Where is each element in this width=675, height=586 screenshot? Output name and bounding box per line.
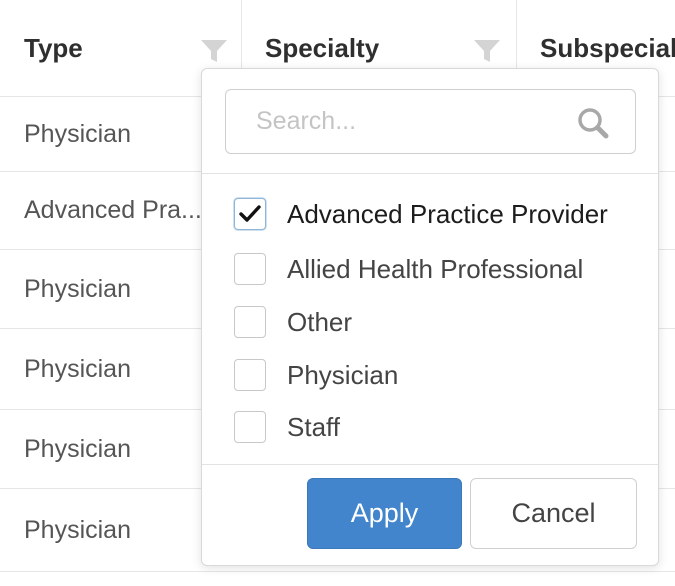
option-label: Staff bbox=[287, 411, 341, 442]
filter-icon[interactable] bbox=[473, 38, 501, 64]
checkbox[interactable] bbox=[234, 306, 266, 338]
divider bbox=[202, 464, 658, 465]
filter-option[interactable]: Allied Health Professional bbox=[234, 252, 583, 286]
filter-option[interactable]: Advanced Practice Provider bbox=[234, 197, 608, 231]
column-header-label: Type bbox=[24, 32, 83, 63]
filter-option[interactable]: Staff bbox=[234, 410, 340, 444]
checkbox[interactable] bbox=[234, 411, 266, 443]
divider bbox=[202, 173, 658, 174]
checkbox[interactable] bbox=[234, 253, 266, 285]
cell-type: Physician bbox=[24, 119, 131, 148]
cancel-button[interactable]: Cancel bbox=[470, 478, 637, 549]
checkbox[interactable] bbox=[234, 359, 266, 391]
cell-type: Advanced Pra... bbox=[24, 196, 202, 224]
column-header-label: Specialty bbox=[265, 32, 380, 63]
cell-type: Physician bbox=[24, 354, 131, 383]
checkbox-checked[interactable] bbox=[234, 198, 266, 230]
cell-type: Physician bbox=[24, 515, 131, 544]
apply-button[interactable]: Apply bbox=[307, 478, 462, 549]
search-box[interactable] bbox=[225, 89, 636, 154]
cell-type: Physician bbox=[24, 434, 131, 463]
filter-option[interactable]: Physician bbox=[234, 358, 398, 392]
option-label: Other bbox=[287, 306, 353, 337]
filter-icon[interactable] bbox=[200, 38, 228, 64]
filter-popup: Advanced Practice Provider Allied Health… bbox=[201, 68, 659, 566]
option-label: Allied Health Professional bbox=[287, 253, 584, 284]
option-label: Physician bbox=[287, 359, 399, 390]
search-input[interactable] bbox=[254, 106, 558, 137]
cell-type: Physician bbox=[24, 274, 131, 303]
filter-option[interactable]: Other bbox=[234, 305, 352, 339]
column-header-label: Subspecialty bbox=[540, 32, 675, 63]
magnifier-icon bbox=[578, 108, 609, 139]
option-label: Advanced Practice Provider bbox=[287, 198, 608, 229]
checkmark-icon bbox=[239, 205, 261, 222]
